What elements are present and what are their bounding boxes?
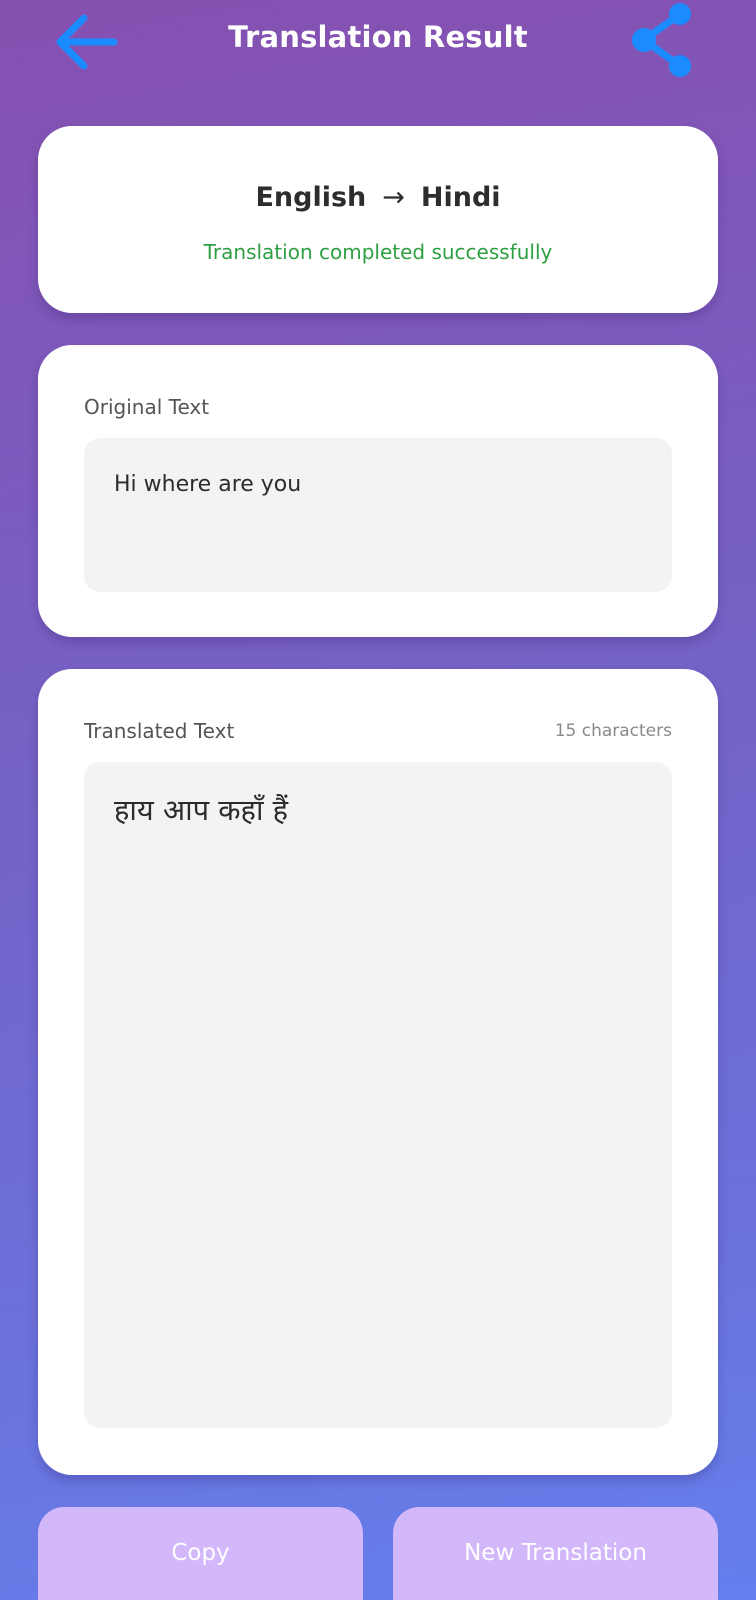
original-text-card: Original Text Hi where are you xyxy=(38,345,718,637)
copy-button[interactable]: Copy xyxy=(38,1507,363,1600)
translated-text-box[interactable]: हाय आप कहाँ हैं xyxy=(84,762,672,1428)
language-pair: English → Hindi xyxy=(38,182,718,213)
original-text-label: Original Text xyxy=(84,395,210,419)
status-message: Translation completed successfully xyxy=(203,240,553,264)
language-card: English → Hindi Translation completed succ… xyxy=(38,126,718,313)
source-language: English xyxy=(255,182,367,213)
new-translation-button[interactable]: New Translation xyxy=(393,1507,718,1600)
direction-arrow: → xyxy=(382,182,405,213)
top-bar: Translation Result xyxy=(0,0,756,90)
original-text-box: Hi where are you xyxy=(84,438,672,592)
share-icon xyxy=(632,3,691,77)
character-count: 15 characters xyxy=(554,721,672,741)
translated-text-card: Translated Text 15 characters हाय आप कहा… xyxy=(38,669,718,1475)
target-language: Hindi xyxy=(420,182,501,213)
share-button[interactable] xyxy=(632,0,712,82)
translated-text-label: Translated Text xyxy=(84,719,235,743)
